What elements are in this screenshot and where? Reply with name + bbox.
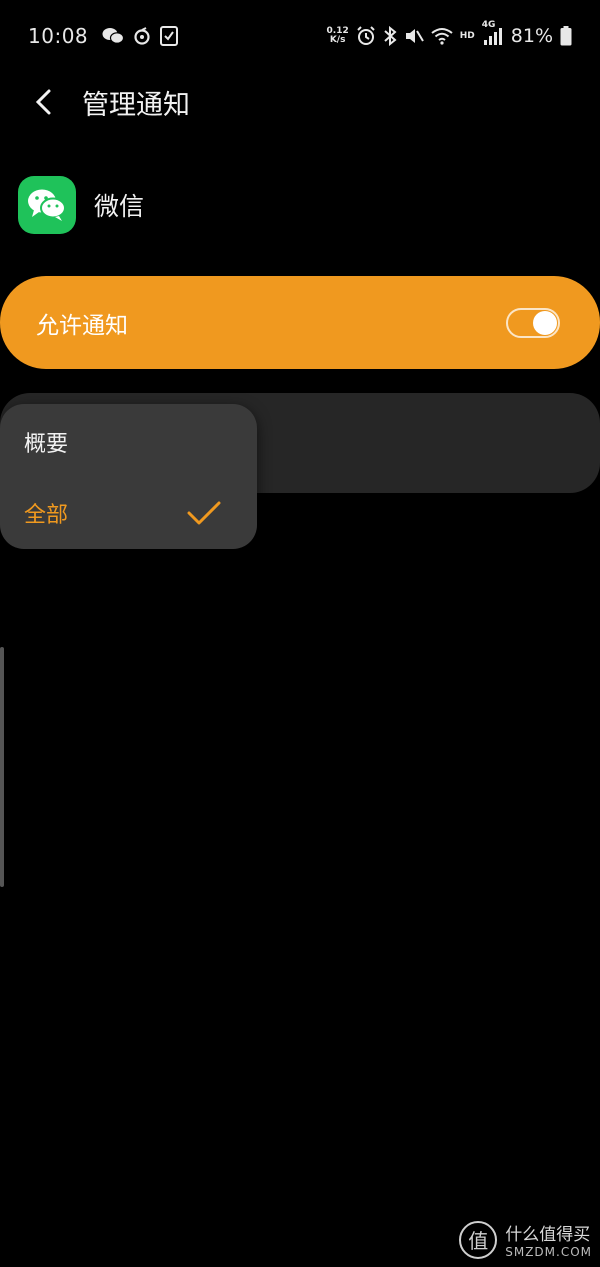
wechat-app-icon (18, 176, 76, 234)
wifi-icon (431, 27, 453, 45)
battery-percent: 81% (510, 25, 553, 47)
notification-style-popup: 概要 全部 (0, 404, 257, 549)
allow-notifications-row[interactable]: 允许通知 (0, 276, 600, 369)
popup-option-all[interactable]: 全部 (0, 478, 257, 548)
header: 管理通知 (0, 72, 600, 132)
watermark-en: SMZDM.COM (505, 1245, 592, 1259)
battery-icon (560, 26, 572, 46)
watermark-logo: 值 (459, 1220, 498, 1259)
page-title: 管理通知 (82, 89, 190, 121)
wechat-icon (102, 27, 125, 45)
back-button[interactable] (14, 72, 74, 132)
popup-option-brief[interactable]: 概要 (0, 407, 257, 477)
scroll-indicator[interactable] (0, 647, 4, 887)
net-speed-unit: K/s (329, 35, 346, 45)
status-time: 10:08 (28, 24, 89, 48)
bluetooth-icon (383, 26, 397, 46)
watermark-cn: 什么值得买 (505, 1225, 591, 1245)
app-info: 微信 (18, 176, 144, 234)
popup-option-label: 概要 (24, 432, 69, 457)
sim-toolkit-icon (160, 26, 179, 46)
hd-label: HD (459, 31, 475, 41)
popup-option-label: 全部 (24, 503, 69, 528)
allow-notifications-toggle[interactable] (506, 307, 560, 338)
network-type-label: 4G (481, 20, 496, 30)
status-right: 0.12 K/s HD 4G 81% (327, 20, 572, 47)
check-icon (187, 500, 221, 526)
watermark: 值 什么值得买 SMZDM.COM (459, 1220, 592, 1259)
netease-music-icon (133, 27, 151, 45)
signal-icon: 4G (482, 20, 502, 46)
net-speed: 0.12 K/s (327, 27, 349, 45)
toggle-knob (533, 310, 557, 335)
status-bar: 10:08 0.12 K/s HD 4G 81% (0, 0, 600, 72)
watermark-text: 什么值得买 SMZDM.COM (505, 1220, 592, 1259)
notification-icons (102, 26, 179, 46)
screen: 10:08 0.12 K/s HD 4G 81% 管理通知 微信 允许通知 概要… (0, 0, 600, 1267)
back-arrow-icon (35, 89, 51, 115)
alarm-icon (356, 26, 376, 46)
app-name: 微信 (94, 192, 145, 221)
allow-notifications-label: 允许通知 (36, 312, 128, 339)
mute-icon (404, 26, 424, 46)
